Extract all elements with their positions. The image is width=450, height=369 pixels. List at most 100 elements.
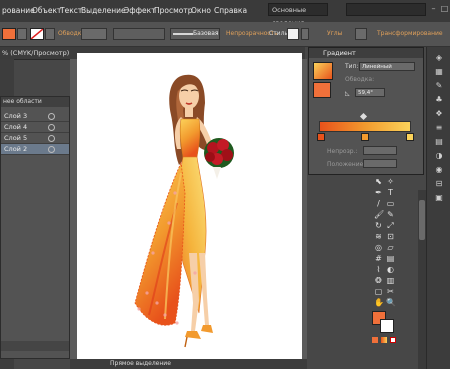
variable-width-dropdown[interactable]: [113, 28, 165, 40]
color-mode-icon[interactable]: [372, 337, 378, 343]
pen-icon[interactable]: ✒: [374, 188, 383, 197]
status-bar: Прямое выделение: [70, 359, 307, 369]
layer-name: Слой 4: [4, 123, 28, 131]
gradient-icon[interactable]: ▤: [386, 254, 395, 263]
gradient-panel-icon[interactable]: ▤: [434, 137, 444, 147]
gradient-type-label: Тип:: [345, 63, 359, 70]
layer-target-icon[interactable]: [48, 135, 55, 142]
transparency-panel-icon[interactable]: ◑: [434, 151, 444, 161]
layers-panel-icon[interactable]: ▣: [434, 193, 444, 203]
shape-builder-icon[interactable]: ◎: [374, 243, 383, 252]
swatches-panel-icon[interactable]: ▦: [434, 67, 444, 77]
color-panel-icon[interactable]: ◈: [434, 53, 444, 63]
layer-row-selected[interactable]: Слой 2: [1, 144, 69, 155]
free-transform-icon[interactable]: ⊡: [386, 232, 395, 241]
stroke-panel-icon[interactable]: ≡: [434, 123, 444, 133]
menu-bar: рование Объект Текст Выделение Эффект Пр…: [0, 0, 450, 27]
graphic-styles-icon[interactable]: ❖: [434, 109, 444, 119]
layer-row[interactable]: Слой 3: [1, 111, 69, 122]
document-tab-title: % (CMYK/Просмотр): [2, 49, 70, 57]
artboard[interactable]: [77, 53, 302, 360]
gradient-type-dropdown[interactable]: Линейный: [359, 62, 415, 71]
menu-item-window[interactable]: Окно: [191, 6, 211, 15]
hand-icon[interactable]: ✋: [374, 298, 384, 307]
pencil-icon[interactable]: ✎: [386, 210, 395, 219]
graph-icon[interactable]: ▥: [386, 276, 395, 285]
maximize-icon[interactable]: □: [440, 4, 449, 13]
brush-icon[interactable]: 🖌: [374, 210, 384, 219]
stroke-color-swatch[interactable]: [380, 319, 394, 333]
align-label[interactable]: Углы: [327, 30, 342, 37]
magic-wand-icon[interactable]: ✧: [386, 177, 395, 186]
scale-icon[interactable]: ⤢: [386, 221, 395, 230]
eyedropper-icon[interactable]: ⌇: [374, 265, 383, 274]
graphic-style-swatch[interactable]: [287, 28, 299, 40]
type-icon[interactable]: T: [386, 188, 395, 197]
gradient-stop-mid[interactable]: [361, 133, 369, 141]
transform-label[interactable]: Трансформирование: [377, 30, 443, 37]
gradient-panel-title[interactable]: Градиент: [323, 49, 356, 57]
mesh-icon[interactable]: #: [374, 254, 383, 263]
layer-name: Слой 5: [4, 134, 28, 142]
none-stroke-icon: [30, 28, 44, 40]
menu-item-object[interactable]: Объект: [32, 6, 61, 15]
line-icon[interactable]: /: [374, 199, 383, 208]
slice-icon[interactable]: ✂: [386, 287, 395, 296]
menu-item-type[interactable]: Текст: [60, 6, 82, 15]
appearance-panel-icon[interactable]: ◉: [434, 165, 444, 175]
symbol-sprayer-icon[interactable]: ❂: [374, 276, 383, 285]
symbols-panel-icon[interactable]: ♣: [434, 95, 444, 105]
fashion-illustration[interactable]: [77, 53, 302, 360]
blend-icon[interactable]: ◐: [386, 265, 395, 274]
layer-target-icon[interactable]: [48, 124, 55, 131]
menu-item-help[interactable]: Справка: [214, 6, 247, 15]
menu-item-effect[interactable]: Эффект: [124, 6, 156, 15]
zoom-icon[interactable]: 🔍: [386, 298, 396, 307]
minimize-icon[interactable]: –: [429, 4, 438, 13]
gradient-angle-field[interactable]: 59,4°: [355, 88, 385, 97]
gradient-midpoint-handle[interactable]: [359, 112, 368, 121]
layer-target-icon[interactable]: [48, 113, 55, 120]
direct-selection-icon[interactable]: ⬉: [374, 177, 383, 186]
scrollbar-thumb[interactable]: [419, 200, 425, 240]
gradient-stroke-label: Обводка:: [345, 76, 375, 83]
rectangle-icon[interactable]: ▭: [386, 199, 395, 208]
menu-item-view[interactable]: Просмотр: [154, 6, 193, 15]
layer-row[interactable]: Слой 4: [1, 122, 69, 133]
width-icon[interactable]: ≋: [374, 232, 383, 241]
artboard-icon[interactable]: ▢: [374, 287, 383, 296]
perspective-icon[interactable]: ▱: [386, 243, 395, 252]
fill-swatch[interactable]: [2, 28, 16, 40]
gradient-position-field[interactable]: [363, 159, 397, 168]
panel-dock: ◈ ▦ ✎ ♣ ❖ ≡ ▤ ◑ ◉ ⊟ ▣: [426, 47, 450, 369]
gradient-mode-icon[interactable]: [381, 337, 387, 343]
layers-panel-header: нее области: [1, 97, 69, 107]
gradient-preview-swatch[interactable]: [313, 62, 333, 80]
layer-target-icon[interactable]: [48, 146, 55, 153]
menu-item-edit[interactable]: рование: [2, 6, 35, 15]
menu-item-select[interactable]: Выделение: [81, 6, 126, 15]
workspace-switcher[interactable]: Основные сведения: [268, 3, 328, 27]
gradient-stop-left[interactable]: [317, 133, 325, 141]
vertical-scrollbar[interactable]: [418, 190, 426, 369]
layer-name: Слой 3: [4, 112, 28, 120]
gradient-opacity-field[interactable]: [363, 146, 397, 155]
search-input[interactable]: [346, 3, 426, 16]
none-mode-icon[interactable]: [390, 337, 396, 343]
align-panel-icon[interactable]: ⊟: [434, 179, 444, 189]
stroke-style-dropdown[interactable]: Базовая: [170, 28, 220, 40]
stroke-swatch[interactable]: [30, 28, 44, 40]
layer-row[interactable]: Слой 5: [1, 133, 69, 144]
stroke-dropdown[interactable]: [45, 28, 55, 40]
stroke-preview: [173, 33, 193, 35]
align-grid-icon[interactable]: [355, 28, 367, 40]
gradient-stop-right[interactable]: [406, 133, 414, 141]
gradient-opacity-label: Непрозр.:: [327, 148, 358, 155]
rotate-icon[interactable]: ↻: [374, 221, 383, 230]
graphic-style-dropdown[interactable]: [301, 28, 309, 40]
fill-dropdown[interactable]: [17, 28, 27, 40]
brushes-panel-icon[interactable]: ✎: [434, 81, 444, 91]
gradient-slider-bar[interactable]: [319, 121, 411, 132]
stroke-weight-field[interactable]: [81, 28, 107, 40]
gradient-fill-stroke-swatch[interactable]: [313, 82, 331, 98]
